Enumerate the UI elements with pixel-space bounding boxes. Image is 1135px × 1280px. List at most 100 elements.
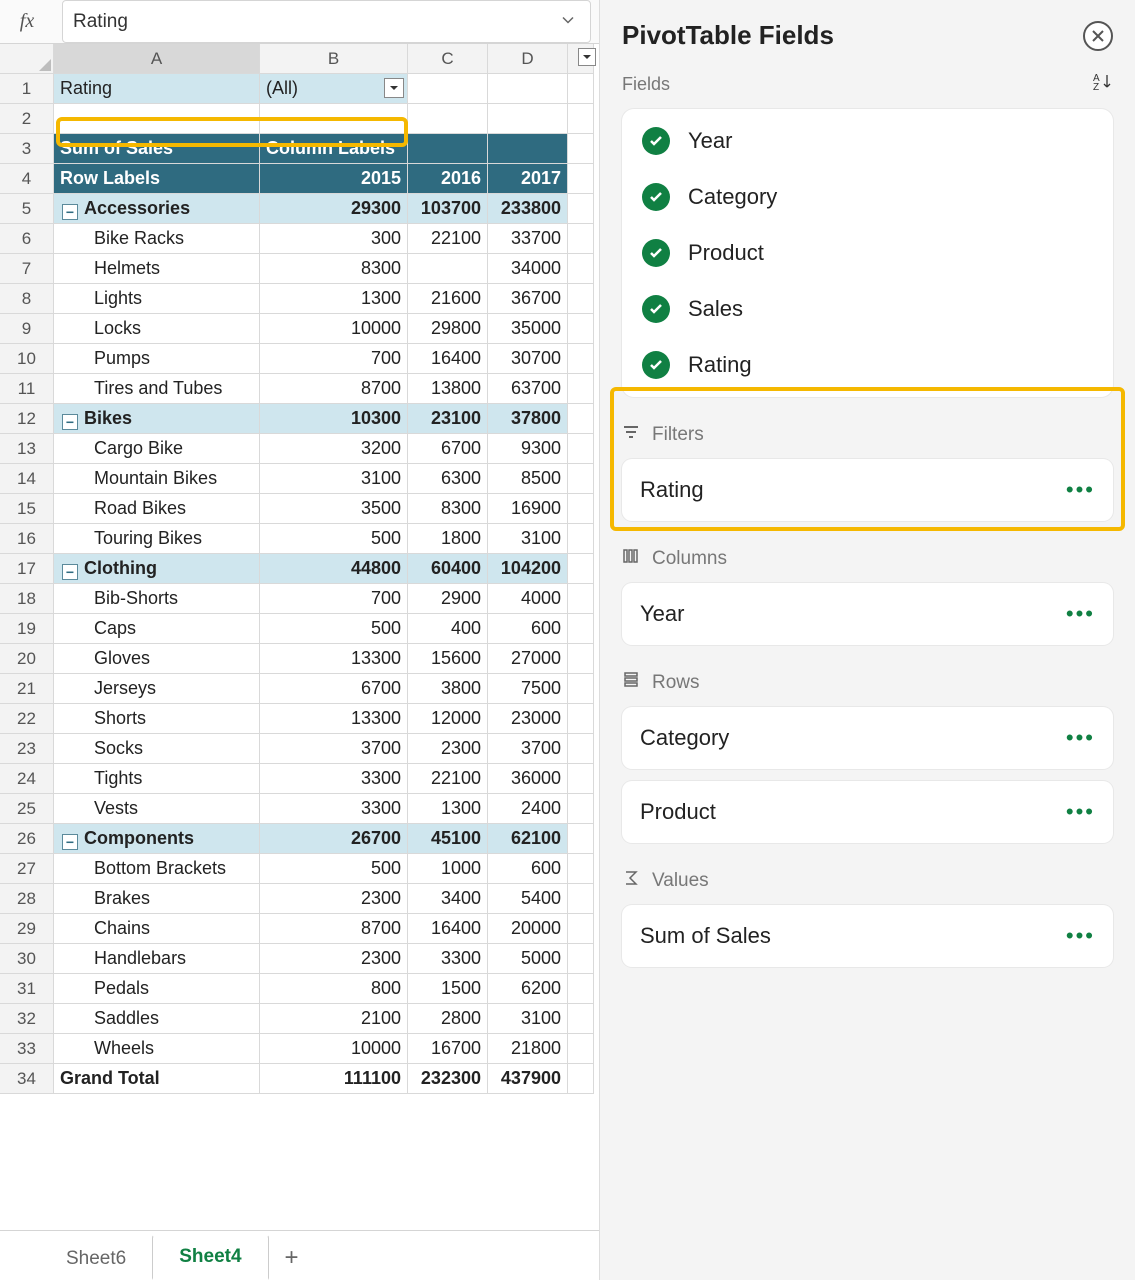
spreadsheet-grid[interactable]: ABCD1Rating(All)23Sum of SalesColumn Lab… [0, 44, 599, 1094]
row-header[interactable]: 6 [0, 224, 54, 254]
product-name[interactable]: Brakes [54, 884, 260, 914]
row-header[interactable]: 14 [0, 464, 54, 494]
row-chip[interactable]: Product••• [622, 781, 1113, 843]
product-name[interactable]: Lights [54, 284, 260, 314]
pivot-filter-field[interactable]: Rating [54, 74, 260, 104]
row-header[interactable]: 5 [0, 194, 54, 224]
column-header[interactable]: B [260, 44, 408, 74]
select-all-corner[interactable] [0, 44, 54, 74]
column-header[interactable]: A [54, 44, 260, 74]
cell[interactable] [54, 104, 260, 134]
row-header[interactable]: 1 [0, 74, 54, 104]
sort-icon[interactable]: AZ [1093, 71, 1113, 97]
cell[interactable] [568, 824, 594, 854]
more-icon[interactable]: ••• [1066, 601, 1095, 627]
row-header[interactable]: 33 [0, 1034, 54, 1064]
row-header[interactable]: 8 [0, 284, 54, 314]
cell[interactable] [568, 404, 594, 434]
collapse-icon[interactable]: − [62, 414, 78, 430]
product-name[interactable]: Touring Bikes [54, 524, 260, 554]
field-row[interactable]: Year [622, 113, 1113, 169]
category-row[interactable]: −Accessories [54, 194, 260, 224]
row-header[interactable]: 12 [0, 404, 54, 434]
row-header[interactable]: 22 [0, 704, 54, 734]
field-row[interactable]: Rating [622, 337, 1113, 393]
cell[interactable] [568, 164, 594, 194]
cell[interactable] [568, 374, 594, 404]
cell[interactable] [568, 494, 594, 524]
field-row[interactable]: Product [622, 225, 1113, 281]
row-header[interactable]: 25 [0, 794, 54, 824]
cell[interactable] [408, 104, 488, 134]
cell[interactable] [568, 584, 594, 614]
row-header[interactable]: 7 [0, 254, 54, 284]
product-name[interactable]: Chains [54, 914, 260, 944]
product-name[interactable]: Vests [54, 794, 260, 824]
product-name[interactable]: Gloves [54, 644, 260, 674]
cell[interactable] [568, 704, 594, 734]
product-name[interactable]: Road Bikes [54, 494, 260, 524]
add-sheet-button[interactable]: + [269, 1236, 315, 1280]
more-icon[interactable]: ••• [1066, 923, 1095, 949]
filter-chip[interactable]: Rating••• [622, 459, 1113, 521]
product-name[interactable]: Caps [54, 614, 260, 644]
product-name[interactable]: Bottom Brackets [54, 854, 260, 884]
more-icon[interactable]: ••• [1066, 477, 1095, 503]
cell[interactable] [568, 1004, 594, 1034]
pivot-filter-value[interactable]: (All) [260, 74, 408, 104]
row-header[interactable]: 16 [0, 524, 54, 554]
cell[interactable] [568, 674, 594, 704]
product-name[interactable]: Jerseys [54, 674, 260, 704]
collapse-icon[interactable]: − [62, 564, 78, 580]
row-header[interactable]: 15 [0, 494, 54, 524]
category-row[interactable]: −Bikes [54, 404, 260, 434]
row-header[interactable]: 11 [0, 374, 54, 404]
cell[interactable] [488, 104, 568, 134]
product-name[interactable]: Tires and Tubes [54, 374, 260, 404]
formula-input[interactable]: Rating [62, 0, 591, 43]
product-name[interactable]: Tights [54, 764, 260, 794]
cell[interactable] [568, 344, 594, 374]
sheet-tab[interactable]: Sheet6 [40, 1238, 152, 1280]
row-header[interactable]: 10 [0, 344, 54, 374]
cell[interactable] [568, 644, 594, 674]
cell[interactable] [488, 74, 568, 104]
row-header[interactable]: 23 [0, 734, 54, 764]
cell[interactable] [568, 434, 594, 464]
product-name[interactable]: Shorts [54, 704, 260, 734]
product-name[interactable]: Wheels [54, 1034, 260, 1064]
product-name[interactable]: Helmets [54, 254, 260, 284]
cell[interactable] [260, 104, 408, 134]
row-header[interactable]: 19 [0, 614, 54, 644]
product-name[interactable]: Pedals [54, 974, 260, 1004]
cell[interactable] [568, 104, 594, 134]
cell[interactable] [568, 764, 594, 794]
field-row[interactable]: Sales [622, 281, 1113, 337]
row-header[interactable]: 32 [0, 1004, 54, 1034]
column-header[interactable]: C [408, 44, 488, 74]
row-header[interactable]: 29 [0, 914, 54, 944]
product-name[interactable]: Mountain Bikes [54, 464, 260, 494]
row-header[interactable]: 17 [0, 554, 54, 584]
cell[interactable] [568, 194, 594, 224]
collapse-icon[interactable]: − [62, 204, 78, 220]
more-icon[interactable]: ••• [1066, 725, 1095, 751]
column-labels[interactable]: Column Labels [260, 134, 408, 164]
cell[interactable] [568, 794, 594, 824]
product-name[interactable]: Locks [54, 314, 260, 344]
cell[interactable] [568, 974, 594, 1004]
cell[interactable] [568, 224, 594, 254]
close-icon[interactable] [1083, 21, 1113, 51]
row-header[interactable]: 4 [0, 164, 54, 194]
row-header[interactable]: 34 [0, 1064, 54, 1094]
cell[interactable] [568, 134, 594, 164]
product-name[interactable]: Bib-Shorts [54, 584, 260, 614]
cell[interactable] [408, 74, 488, 104]
cell[interactable] [568, 314, 594, 344]
cell[interactable] [568, 254, 594, 284]
category-row[interactable]: −Components [54, 824, 260, 854]
product-name[interactable]: Saddles [54, 1004, 260, 1034]
product-name[interactable]: Handlebars [54, 944, 260, 974]
row-header[interactable]: 20 [0, 644, 54, 674]
cell[interactable] [568, 1064, 594, 1094]
